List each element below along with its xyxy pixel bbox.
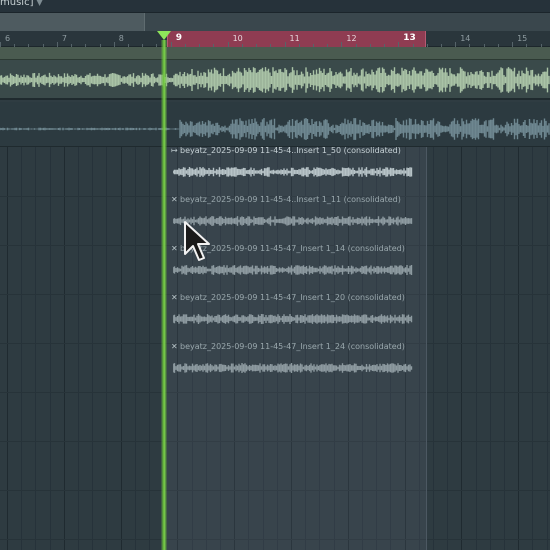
horizontal-scrollbar[interactable]	[0, 13, 550, 31]
ruler-tick-label: 6	[5, 34, 11, 43]
ruler-tick-label: 11	[289, 34, 300, 43]
clip-label: beyatz_2025-09-09 11-45-47_Insert 1_14 (…	[180, 244, 405, 253]
ruler-tick-label: 7	[61, 34, 67, 43]
clip-header[interactable]: ✕ beyatz_2025-09-09 11-45-47_Insert 1_20 …	[171, 293, 416, 305]
play-arrow-icon[interactable]: ↦	[171, 146, 180, 155]
close-icon[interactable]: ✕	[171, 293, 180, 302]
audio-clip[interactable]: ↦ beyatz_2025-09-09 11-45-4..Insert 1_50 …	[171, 146, 416, 192]
ruler-tick-label: 14	[460, 34, 471, 43]
clip-waveform	[173, 314, 413, 324]
clip-waveform	[173, 167, 413, 177]
ruler-tick-label: 13	[403, 33, 416, 43]
ruler-tick-label: 15	[517, 34, 528, 43]
clip-label: beyatz_2025-09-09 11-45-47_Insert 1_20 (…	[180, 293, 405, 302]
playhead-marker-icon[interactable]	[157, 31, 171, 40]
window-title[interactable]: music] ▼	[0, 0, 43, 8]
clip-label: beyatz_2025-09-09 11-45-4..Insert 1_11 (…	[180, 195, 401, 204]
ruler-tick-label: 8	[118, 34, 124, 43]
clip-waveform	[173, 265, 413, 275]
track-2-waveform	[0, 118, 550, 140]
close-icon[interactable]: ✕	[171, 195, 180, 204]
clip-header[interactable]: ↦ beyatz_2025-09-09 11-45-4..Insert 1_50 …	[171, 146, 416, 158]
marker-bar[interactable]	[0, 47, 550, 60]
track-1-waveform	[0, 67, 550, 93]
title-bar: music] ▼	[0, 0, 550, 13]
scrollbar-thumb[interactable]	[0, 13, 145, 31]
close-icon[interactable]: ✕	[171, 342, 180, 351]
ruler-tick-label: 10	[232, 34, 243, 43]
chevron-down-icon[interactable]: ▼	[36, 0, 42, 7]
ruler-tick-label: 12	[346, 34, 357, 43]
clip-label: beyatz_2025-09-09 11-45-47_Insert 1_24 (…	[180, 342, 405, 351]
clip-waveform	[173, 363, 413, 373]
mouse-cursor-icon	[184, 221, 210, 261]
clip-header[interactable]: ✕ beyatz_2025-09-09 11-45-4..Insert 1_11 …	[171, 195, 416, 207]
window-title-text: music]	[0, 0, 34, 8]
timeline-ruler[interactable]: 6 7 8 9 10 11 12 13 14 15	[0, 31, 550, 47]
audio-clip[interactable]: ✕ beyatz_2025-09-09 11-45-47_Insert 1_20 …	[171, 293, 416, 339]
playlist-window: music] ▼ 6 7 8 9 10 11 12 13 14 15 ↦ beyatz_2025-09…	[0, 0, 550, 550]
audio-track-1[interactable]	[0, 60, 550, 100]
audio-clip[interactable]: ✕ beyatz_2025-09-09 11-45-47_Insert 1_24 …	[171, 342, 416, 388]
ruler-tick-label: 9	[175, 33, 182, 43]
clip-header[interactable]: ✕ beyatz_2025-09-09 11-45-47_Insert 1_24 …	[171, 342, 416, 354]
audio-track-2[interactable]	[0, 102, 550, 147]
playhead-line[interactable]	[161, 40, 167, 550]
close-icon[interactable]: ✕	[171, 244, 180, 253]
clip-label: beyatz_2025-09-09 11-45-4..Insert 1_50 (…	[180, 146, 401, 155]
